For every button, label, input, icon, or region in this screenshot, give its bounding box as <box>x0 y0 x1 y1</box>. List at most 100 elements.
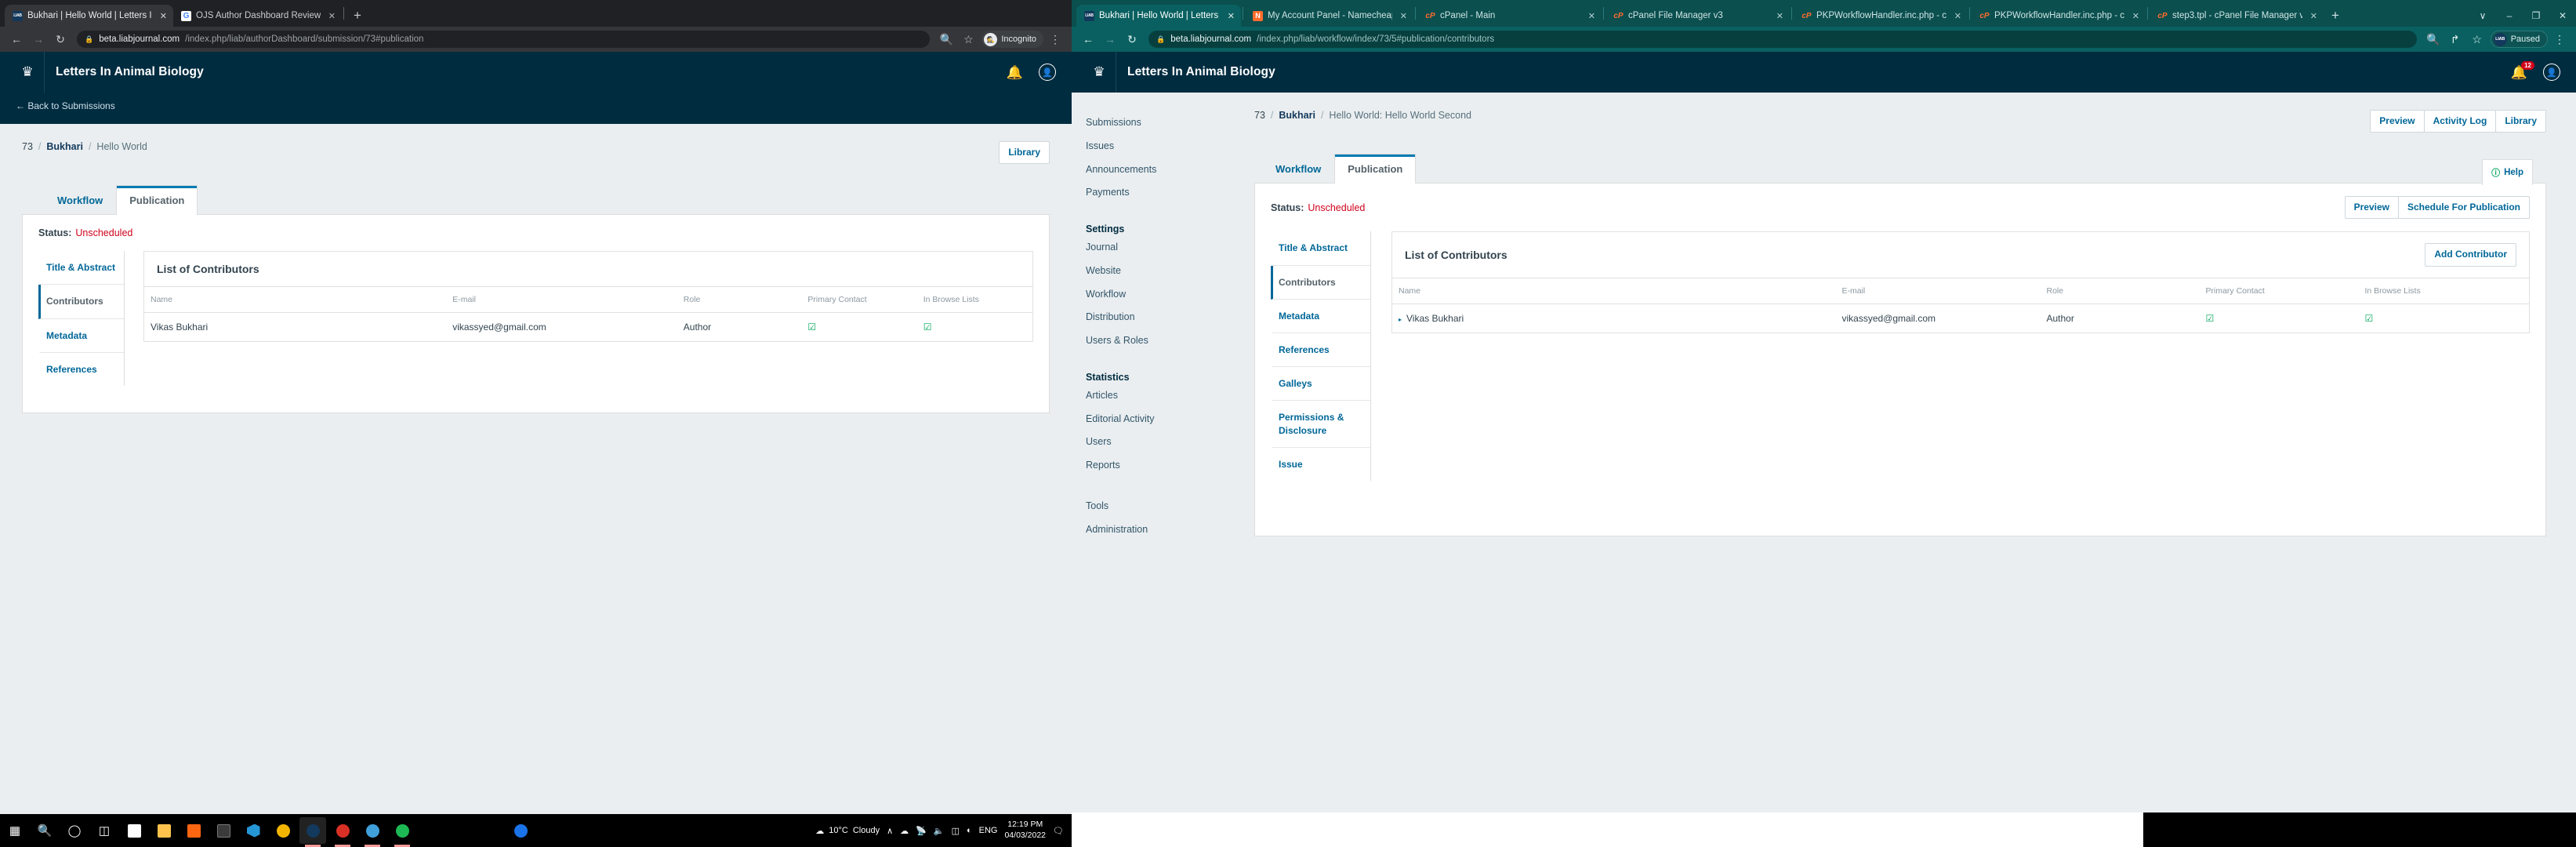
wifi-icon[interactable]: ◐ <box>967 826 972 835</box>
close-tab-icon[interactable]: ✕ <box>160 11 167 21</box>
preview-button[interactable]: Preview <box>2344 196 2399 220</box>
pubnav-galleys[interactable]: Galleys <box>1271 367 1370 402</box>
sidebar-item-payments[interactable]: Payments <box>1086 181 1240 205</box>
ojs-logo-icon[interactable]: ♛ <box>1087 64 1111 80</box>
share-icon[interactable]: ↱ <box>2445 33 2465 46</box>
zoom-icon[interactable]: 🔍 <box>2423 33 2444 46</box>
browser-tab[interactable]: cP PKPWorkflowHandler.inc.php - c ✕ <box>1972 5 2146 27</box>
add-contributor-button[interactable]: Add Contributor <box>2425 243 2516 267</box>
close-tab-icon[interactable]: ✕ <box>1588 11 1595 21</box>
cortana-icon[interactable]: ◯ <box>61 817 88 844</box>
pubnav-contributors[interactable]: Contributors <box>38 285 124 319</box>
library-button[interactable]: Library <box>999 141 1050 165</box>
pubnav-metadata[interactable]: Metadata <box>1271 300 1370 333</box>
sidebar-item-users-roles[interactable]: Users & Roles <box>1086 329 1240 353</box>
sidebar-item-workflow[interactable]: Workflow <box>1086 283 1240 307</box>
incognito-profile-button[interactable]: 🕵 Incognito <box>981 31 1043 48</box>
bell-icon[interactable]: 🔔 12 <box>2511 60 2534 79</box>
notification-center-icon[interactable]: 🗨 <box>1053 826 1064 836</box>
pubnav-references[interactable]: References <box>38 353 124 386</box>
notion-icon[interactable] <box>121 817 147 844</box>
browser-tab[interactable]: LIAB Bukhari | Hello World | Letters In … <box>1076 5 1241 27</box>
table-row[interactable]: Vikas Bukhari vikassyed@gmail.com Author… <box>144 313 1032 342</box>
pubnav-contributors[interactable]: Contributors <box>1271 265 1370 300</box>
schedule-for-publication-button[interactable]: Schedule For Publication <box>2397 196 2530 220</box>
sidebar-item-tools[interactable]: Tools <box>1086 495 1240 518</box>
weather-widget[interactable]: ☁ 10°C Cloudy <box>815 826 880 836</box>
browser-tab[interactable]: LIAB Bukhari | Hello World | Letters In … <box>5 5 173 27</box>
sidebar-item-articles[interactable]: Articles <box>1086 384 1240 408</box>
pubnav-references[interactable]: References <box>1271 333 1370 368</box>
volume-icon[interactable]: 🔈 <box>934 826 945 836</box>
tab-publication[interactable]: Publication <box>1334 154 1417 184</box>
close-tab-icon[interactable]: ✕ <box>1228 11 1235 21</box>
bookmark-star-icon[interactable]: ☆ <box>2467 33 2487 46</box>
pubnav-title-abstract[interactable]: Title & Abstract <box>1271 231 1370 266</box>
bell-icon[interactable]: 🔔 <box>1007 66 1023 79</box>
forward-icon[interactable]: → <box>1100 33 1120 45</box>
table-row[interactable]: ▸ Vikas Bukhari vikassyed@gmail.com Autho… <box>1392 304 2529 333</box>
close-window-button[interactable]: ✕ <box>2549 5 2576 27</box>
sidebar-item-users[interactable]: Users <box>1086 431 1240 454</box>
activity-log-button[interactable]: Activity Log <box>2423 110 2497 133</box>
reload-icon[interactable]: ↻ <box>1122 33 1142 46</box>
windows-start-icon[interactable]: ▦ <box>2 817 28 844</box>
sidebar-item-reports[interactable]: Reports <box>1086 454 1240 478</box>
close-tab-icon[interactable]: ✕ <box>2310 11 2317 21</box>
onedrive-icon[interactable]: ☁ <box>900 826 909 836</box>
expand-icon[interactable]: ∨ <box>2469 5 2496 27</box>
zoom-icon[interactable]: 🔍 <box>936 33 956 46</box>
new-tab-button[interactable]: + <box>2324 5 2347 27</box>
file-explorer-icon[interactable] <box>151 817 177 844</box>
spotify-icon[interactable] <box>389 817 415 847</box>
chrome-icon[interactable] <box>270 817 296 844</box>
sidebar-item-announcements[interactable]: Announcements <box>1086 158 1240 182</box>
pubnav-permissions-disclosure[interactable]: Permissions & Disclosure <box>1271 401 1370 448</box>
vscode-icon[interactable] <box>240 817 267 844</box>
close-tab-icon[interactable]: ✕ <box>1776 11 1783 21</box>
new-tab-button[interactable]: + <box>346 5 369 27</box>
search-icon[interactable]: 🔍 <box>31 817 58 844</box>
browser-tab[interactable]: cP cPanel File Manager v3 ✕ <box>1605 5 1790 27</box>
back-icon[interactable]: ← <box>1078 33 1098 45</box>
pubnav-issue[interactable]: Issue <box>1271 448 1370 481</box>
ojs-logo-icon[interactable]: ♛ <box>16 64 39 80</box>
bookmark-star-icon[interactable]: ☆ <box>958 33 978 46</box>
tab-publication[interactable]: Publication <box>116 185 198 216</box>
sidebar-item-administration[interactable]: Administration <box>1086 518 1240 542</box>
pubnav-title-abstract[interactable]: Title & Abstract <box>38 251 124 285</box>
network-warning-icon[interactable]: 📡 <box>916 826 927 836</box>
profile-button[interactable]: LIAB Paused <box>2490 31 2548 48</box>
sidebar-item-distribution[interactable]: Distribution <box>1086 306 1240 329</box>
sidebar-item-issues[interactable]: Issues <box>1086 135 1240 158</box>
browser-tab[interactable]: cP cPanel - Main ✕ <box>1417 5 1602 27</box>
user-avatar-icon[interactable]: 👤 <box>1039 64 1056 81</box>
reload-icon[interactable]: ↻ <box>50 33 71 46</box>
close-tab-icon[interactable]: ✕ <box>1954 11 1961 21</box>
address-bar[interactable]: 🔒 beta.liabjournal.com/index.php/liab/wo… <box>1148 31 2417 48</box>
battery-icon[interactable]: ◫ <box>952 826 960 836</box>
forward-icon[interactable]: → <box>28 33 49 45</box>
browser-tab[interactable]: N My Account Panel - Namecheap ✕ <box>1245 5 1413 27</box>
liab-chrome-icon[interactable] <box>299 817 326 847</box>
close-tab-icon[interactable]: ✕ <box>1400 11 1407 21</box>
browser-tab[interactable]: cP PKPWorkflowHandler.inc.php - c ✕ <box>1794 5 1968 27</box>
help-icon[interactable] <box>507 817 534 844</box>
browser-menu-icon[interactable]: ⋮ <box>1045 33 1065 46</box>
sidebar-item-submissions[interactable]: Submissions <box>1086 111 1240 135</box>
firefox-icon[interactable] <box>180 817 207 844</box>
sidebar-item-journal[interactable]: Journal <box>1086 236 1240 260</box>
disclosure-triangle-icon[interactable]: ▸ <box>1399 316 1402 323</box>
library-button[interactable]: Library <box>2495 110 2546 133</box>
restore-button[interactable]: ❐ <box>2523 5 2549 27</box>
browser-tab[interactable]: cP step3.tpl - cPanel File Manager v ✕ <box>2150 5 2324 27</box>
task-view-icon[interactable]: ◫ <box>91 817 118 844</box>
clock[interactable]: 12:19 PM 04/03/2022 <box>1004 820 1046 842</box>
minimize-button[interactable]: – <box>2496 5 2523 27</box>
address-bar[interactable]: 🔒 beta.liabjournal.com/index.php/liab/au… <box>77 31 931 48</box>
close-tab-icon[interactable]: ✕ <box>328 11 336 21</box>
breadcrumb-author[interactable]: Bukhari <box>46 141 83 152</box>
tray-chevron-icon[interactable]: ∧ <box>887 826 893 836</box>
back-to-submissions-link[interactable]: ← Back to Submissions <box>16 100 115 111</box>
sidebar-item-editorial-activity[interactable]: Editorial Activity <box>1086 408 1240 431</box>
